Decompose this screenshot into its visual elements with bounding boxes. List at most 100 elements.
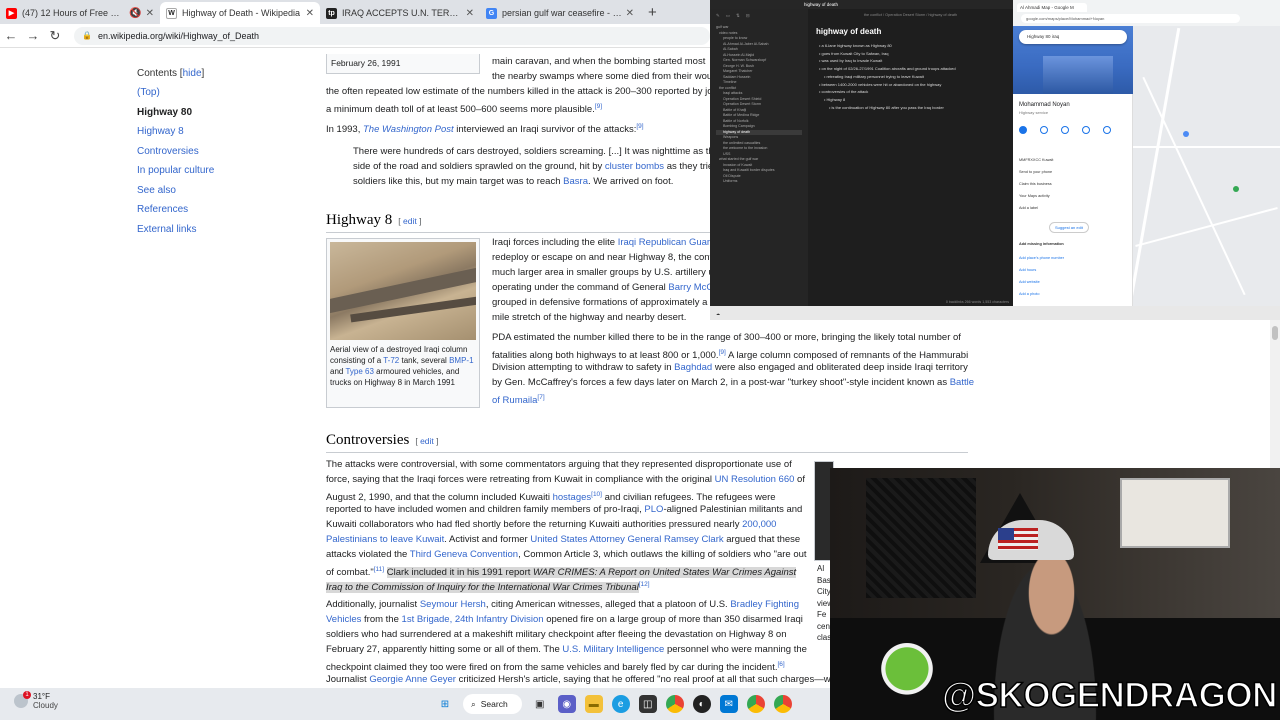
close-icon[interactable]: ✕	[626, 8, 634, 19]
forward-icon[interactable]: →	[22, 28, 44, 43]
store-icon[interactable]: ◫	[638, 695, 657, 713]
republican-guard-link[interactable]: Iraqi Republican Guard	[618, 237, 716, 248]
toc-item-external-links[interactable]: External links	[137, 224, 307, 235]
ref-link[interactable]: [11]	[374, 566, 384, 573]
nearby-icon[interactable]	[1061, 126, 1069, 134]
taskbar-search[interactable]: ⌕ Search	[463, 694, 522, 714]
military-intelligence-link[interactable]: U.S. Military Intelligence	[562, 644, 664, 655]
washington-post-link[interactable]: The Washington Post	[363, 124, 454, 135]
seymour-hersh-link[interactable]: Seymour Hersh	[420, 599, 486, 610]
place-info-row[interactable]: Claim this business	[1019, 182, 1052, 186]
ref-link[interactable]: [10]	[591, 491, 602, 498]
toc-item-top[interactable]: (Top)	[137, 87, 307, 98]
maps-tab[interactable]: Al Ahmadi Map - Google M	[1017, 3, 1087, 12]
toc-item-highway-8[interactable]: Highway 8	[137, 126, 307, 137]
map-pin-icon[interactable]	[1183, 131, 1189, 137]
ref-link[interactable]: [9]	[719, 349, 726, 356]
maps-search-input[interactable]: Highway 80 iraq	[1019, 30, 1127, 44]
close-icon[interactable]: ✕	[466, 8, 474, 19]
note-bullet[interactable]: • Highway 8	[816, 96, 1005, 104]
file-explorer-icon[interactable]: ▬	[584, 695, 603, 713]
baghdad-link[interactable]: Baghdad	[674, 362, 712, 373]
note-bullet[interactable]: • a 6-lane highway known as Highway 80	[816, 42, 1005, 50]
ramsey-clark-link[interactable]: United States Attorney General Ramsey Cl…	[530, 534, 723, 545]
barry-mccaffrey-link[interactable]: Barry McC	[668, 282, 713, 293]
reload-icon[interactable]: ↻	[44, 28, 66, 44]
directions-icon[interactable]	[1019, 126, 1027, 134]
mute-icon[interactable]: 🔇	[129, 8, 141, 19]
windows-start-icon[interactable]: ⊞	[436, 695, 454, 713]
toc-item-references[interactable]: References	[137, 204, 307, 215]
ref-link[interactable]: [7]	[537, 394, 544, 401]
close-icon[interactable]: ✕	[146, 8, 154, 19]
palestinians-link[interactable]: 200,000	[742, 519, 776, 530]
suggest-edit-button[interactable]: Suggest an edit	[1049, 222, 1089, 233]
place-info-row[interactable]: Send to your phone	[1019, 170, 1052, 174]
ref-link[interactable]: [9]	[595, 103, 602, 110]
palestinians-link[interactable]: Palestinians to leave Kuwait	[326, 534, 444, 545]
geneva-convention-link[interactable]: Third Geneva Convention	[410, 549, 518, 560]
chrome-icon[interactable]	[773, 695, 792, 713]
note-title[interactable]: highway of death	[816, 27, 1005, 36]
note-bullet[interactable]: • was used by Iraq to invade Kuwait	[816, 57, 1005, 65]
sort-icon[interactable]: ⇅	[736, 13, 740, 19]
selected-text[interactable]: Iraq to the Commission of Inquiry for th…	[326, 582, 639, 594]
obs-icon[interactable]: ◐	[692, 695, 711, 713]
weather-icon[interactable]: ☁	[716, 311, 720, 316]
cluster-bombs-link[interactable]: cluster bombs	[605, 161, 664, 172]
back-icon[interactable]: ←	[0, 28, 22, 43]
task-view-icon[interactable]: ▣	[531, 695, 549, 713]
chrome-icon[interactable]	[746, 695, 765, 713]
ref-link[interactable]: [6]	[778, 661, 785, 668]
note-content[interactable]: • a 6-lane highway known as Highway 80 • …	[816, 42, 1005, 111]
mail-icon[interactable]: ✉	[719, 695, 738, 713]
battle-of-rumaila-link[interactable]: Battle	[950, 377, 974, 388]
maps-address-bar[interactable]: google.com/maps/place/Mohammad+Noyan	[1021, 14, 1240, 23]
battle-of-rumaila-link[interactable]: of Rumaila	[492, 395, 537, 406]
add-info-row[interactable]: Add a photo	[1019, 292, 1039, 296]
edge-icon[interactable]: e	[611, 695, 630, 713]
place-info-row[interactable]: Your Maps activity	[1019, 194, 1050, 198]
place-info-row[interactable]: MMFRXXCC Kuwait	[1019, 158, 1053, 162]
notes-tab-title[interactable]: highway of death	[804, 2, 838, 7]
file-item[interactable]: Uniforms	[716, 179, 802, 185]
send-to-phone-icon[interactable]	[1082, 126, 1090, 134]
tab-iraq-accepts[interactable]: tp IRAQ ACCEPTS U.N. TERMS TO E ✕	[320, 2, 480, 24]
plo-link[interactable]: PLO	[644, 504, 663, 515]
edit-link[interactable]: edit	[420, 436, 434, 446]
note-bullet[interactable]: • retreating Iraqi military personnel tr…	[816, 73, 1005, 81]
new-note-icon[interactable]: ✎	[716, 13, 720, 19]
page-scrollbar[interactable]	[1270, 320, 1280, 468]
add-info-row[interactable]: Add website	[1019, 280, 1040, 284]
chat-icon[interactable]: ◉	[557, 695, 576, 713]
geyer-link[interactable]: Georgie Anne Geyer	[369, 674, 456, 685]
share-icon[interactable]	[1103, 126, 1111, 134]
add-info-row[interactable]: Add hours	[1019, 268, 1036, 272]
note-bullet[interactable]: • between 1400-2000 vehicles were hit or…	[816, 81, 1005, 89]
type63-link[interactable]: Type 63	[345, 367, 373, 376]
tab-google-search[interactable]: G persian gulf war ceasefire - Goo ✕	[480, 2, 640, 24]
close-icon[interactable]: ✕	[306, 8, 314, 19]
1st-brigade-link[interactable]: 1st Brigade, 24th Infantry Division	[402, 614, 544, 625]
bradley-link[interactable]: Bradley Fighting	[730, 599, 799, 610]
bradley-link[interactable]: Vehicles	[326, 614, 361, 625]
tab-wikipedia[interactable]: W Highway of Death - Wikipedia ✕	[160, 2, 320, 24]
add-info-row[interactable]: Add place's phone number	[1019, 256, 1064, 260]
un-resolution-660-link[interactable]: UN Resolution 660	[715, 474, 795, 485]
map-pin-icon[interactable]	[1233, 186, 1239, 192]
basra-link[interactable]: Basra	[563, 176, 588, 187]
address-bar[interactable]: 🔒 en.wikipedia.org/wiki/Highway_of_Death	[74, 26, 710, 45]
tab-youtube[interactable]: ▶ (47) 12 Hours of Free Backg 🔇 ✕	[0, 2, 160, 24]
note-bullet[interactable]: • controversies of the attack	[816, 88, 1005, 96]
weather-widget[interactable]: 1 31°F Cloudy	[14, 691, 58, 710]
toc-item-popular-culture[interactable]: In popular culture	[137, 165, 307, 176]
edit-link[interactable]: edit	[403, 216, 417, 226]
new-tab-button[interactable]: +	[640, 2, 665, 24]
note-bullet[interactable]: • on the night of 02/26-27/1991 Coalitio…	[816, 65, 1005, 73]
note-bullet[interactable]: • goes from Kuwait City to Safwan, Iraq	[816, 50, 1005, 58]
note-bullet[interactable]: • is the continuation of Highway 80 afte…	[816, 104, 1005, 112]
map-canvas[interactable]	[1133, 26, 1280, 306]
t72-link[interactable]: T-72	[383, 356, 399, 365]
image-thumbnail[interactable]: Aerial view of a destroyed Iraqi column …	[326, 238, 480, 408]
scrollbar-thumb[interactable]	[1272, 326, 1278, 340]
